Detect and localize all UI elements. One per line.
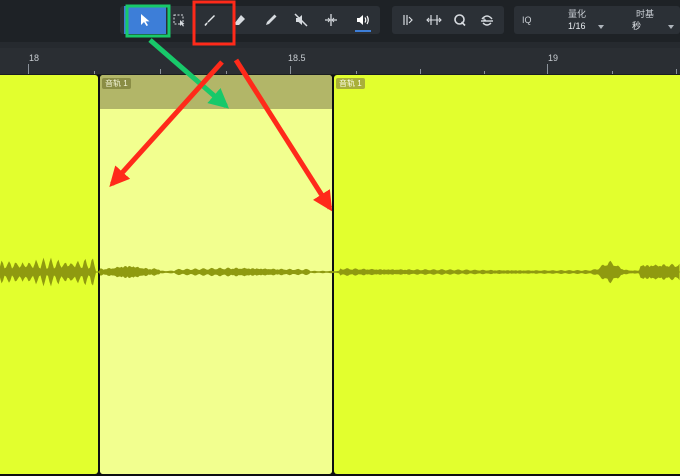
ruler-tick	[28, 64, 29, 74]
ruler-tick	[226, 71, 227, 74]
ruler-tick	[420, 69, 421, 74]
quantize-label: 量化	[568, 9, 587, 19]
timeline-ruler[interactable]: 18 18.5 19	[0, 48, 680, 75]
ruler-tick	[356, 71, 357, 74]
ruler-tick	[290, 66, 291, 74]
tool-group-quantize	[514, 6, 680, 34]
bend-marker-icon	[400, 13, 414, 27]
range-select-icon	[172, 13, 186, 27]
listen-icon	[479, 12, 495, 28]
arrow-tool-button[interactable]	[124, 6, 166, 34]
knife-icon	[203, 13, 217, 27]
timebase-value[interactable]: 秒	[632, 21, 641, 32]
split-tool-button[interactable]	[197, 6, 223, 34]
active-underline	[355, 30, 371, 32]
ruler-tick	[547, 64, 548, 74]
draw-tool-button[interactable]	[258, 6, 284, 34]
pencil-icon	[264, 13, 278, 27]
stretch-icon	[426, 13, 442, 27]
bend-tool-button[interactable]	[318, 6, 344, 34]
range-tool-button[interactable]	[166, 6, 192, 34]
eraser-tool-button[interactable]	[227, 6, 253, 34]
listen-tool-button[interactable]	[350, 6, 376, 34]
stretch-button[interactable]	[421, 6, 447, 34]
timebase-label: 时基	[636, 9, 655, 19]
eraser-icon	[233, 13, 247, 27]
ruler-mark-19: 19	[548, 53, 559, 63]
mute-icon	[294, 13, 308, 27]
mute-tool-button[interactable]	[288, 6, 314, 34]
quantize-value[interactable]: 1/16	[568, 21, 586, 32]
waveform-shape	[0, 257, 680, 287]
arrow-cursor-icon	[139, 13, 151, 27]
ruler-tick	[484, 71, 485, 74]
ruler-mark-18-5: 18.5	[288, 53, 306, 63]
ruler-tick	[676, 69, 677, 74]
split-icon	[324, 13, 338, 27]
speaker-icon	[355, 13, 371, 27]
audio-waveform	[0, 257, 680, 287]
ruler-tick	[94, 71, 95, 74]
quantize-q-icon	[453, 13, 467, 27]
ruler-tick	[160, 69, 161, 74]
toolbar: IQ 量化 1/16 时基 秒	[0, 0, 680, 42]
timebase-dropdown-caret[interactable]	[668, 25, 674, 29]
ruler-tick	[612, 71, 613, 74]
iq-label: IQ	[522, 15, 532, 25]
ruler-mark-18: 18	[29, 53, 40, 63]
quantize-button[interactable]	[447, 6, 473, 34]
bend-marker-button[interactable]	[394, 6, 420, 34]
quantize-dropdown-caret[interactable]	[598, 25, 604, 29]
groove-button[interactable]	[474, 6, 500, 34]
